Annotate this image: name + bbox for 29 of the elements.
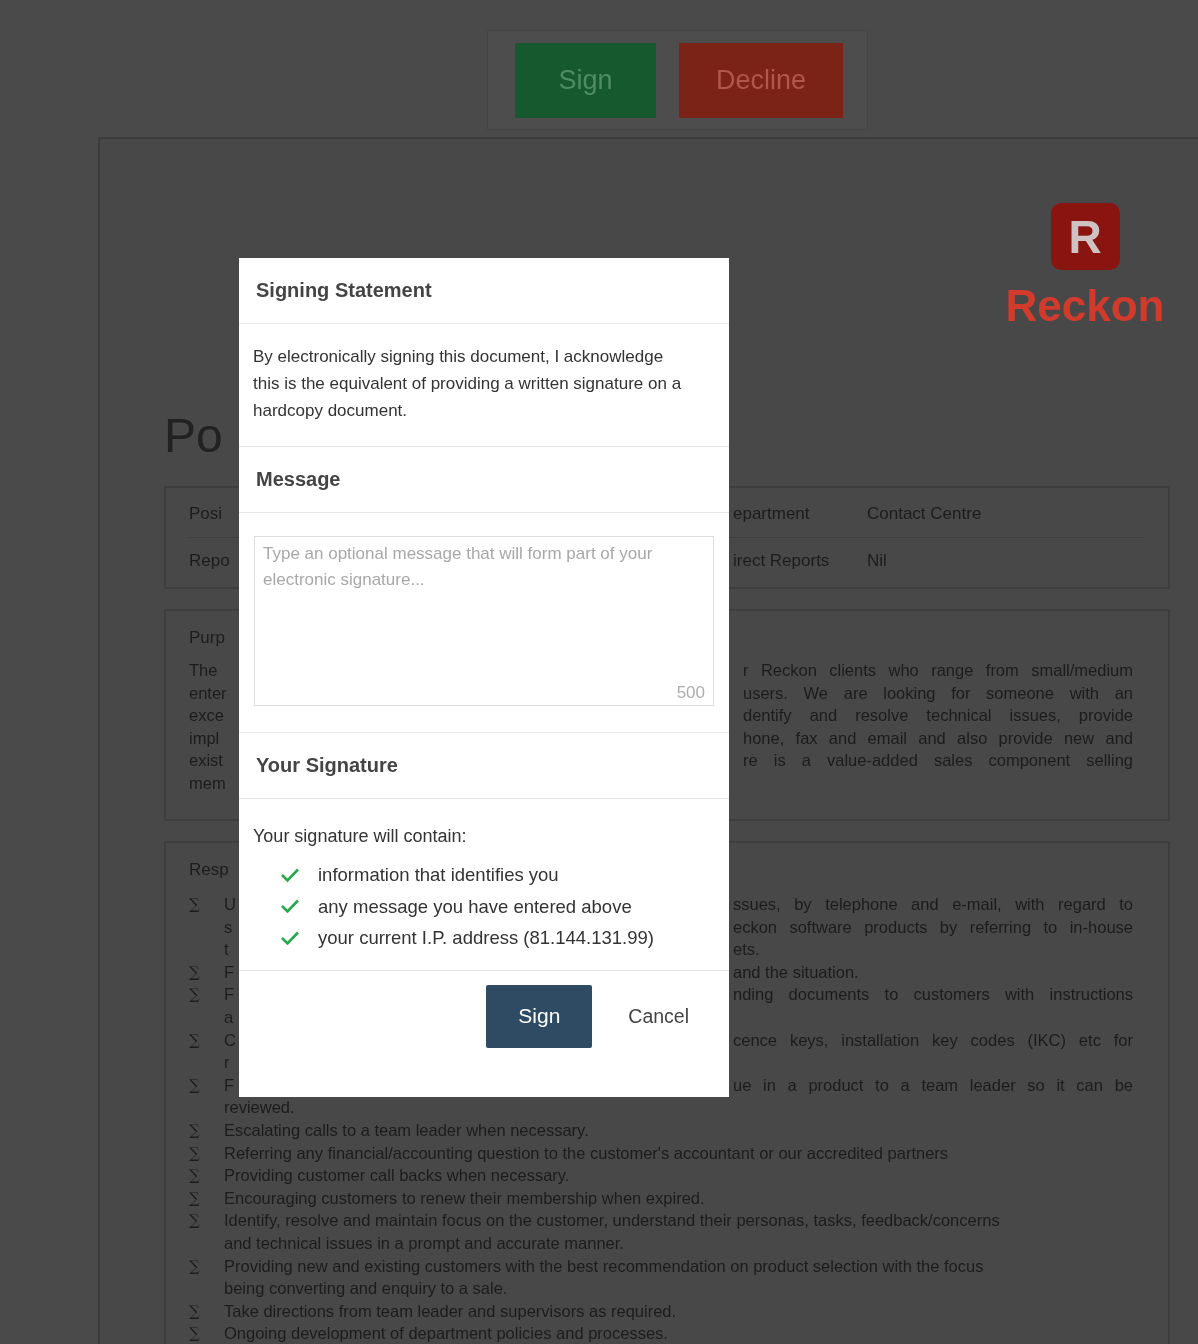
list-item: your current I.P. address (81.144.131.99) (318, 926, 654, 950)
bullet-icon: ∑ (189, 983, 200, 1006)
logo-text: Reckon (1005, 282, 1165, 330)
bullet-icon: ∑ (189, 1118, 200, 1142)
bullet-icon: ∑ (189, 1186, 200, 1210)
section-heading: Your Signature (256, 754, 398, 777)
section-heading: Message (256, 468, 341, 491)
bullet-icon: ∑ (189, 960, 200, 984)
sign-button[interactable]: Sign (486, 984, 593, 1048)
list-item: any message you have entered above (318, 894, 632, 919)
bullet-icon: ∑ (189, 893, 200, 916)
bullet-icon: ∑ (189, 1209, 200, 1232)
check-icon (280, 929, 300, 946)
list-item: information that identifies you (318, 863, 559, 887)
bullet-icon: ∑ (189, 1254, 200, 1278)
bullet-icon: ∑ (189, 1164, 200, 1187)
bullet-icon: ∑ (189, 1299, 200, 1323)
character-count: 500 (676, 683, 705, 703)
check-icon (280, 898, 300, 915)
bullet-icon: ∑ (189, 1073, 200, 1097)
cancel-button[interactable]: Cancel (628, 984, 689, 1048)
bullet-icon: ∑ (189, 1141, 200, 1165)
statement-text: By electronically signing this document, I acknowledge this is the equivalent of providing a written signature on a hardcopy document. (253, 346, 683, 422)
logo-icon: R (1050, 203, 1120, 270)
check-icon (280, 866, 300, 883)
section-heading: Signing Statement (256, 279, 432, 302)
signature-intro: Your signature will contain: (253, 825, 468, 848)
bullet-icon: ∑ (189, 1028, 200, 1052)
bullet-icon: ∑ (189, 1322, 200, 1344)
